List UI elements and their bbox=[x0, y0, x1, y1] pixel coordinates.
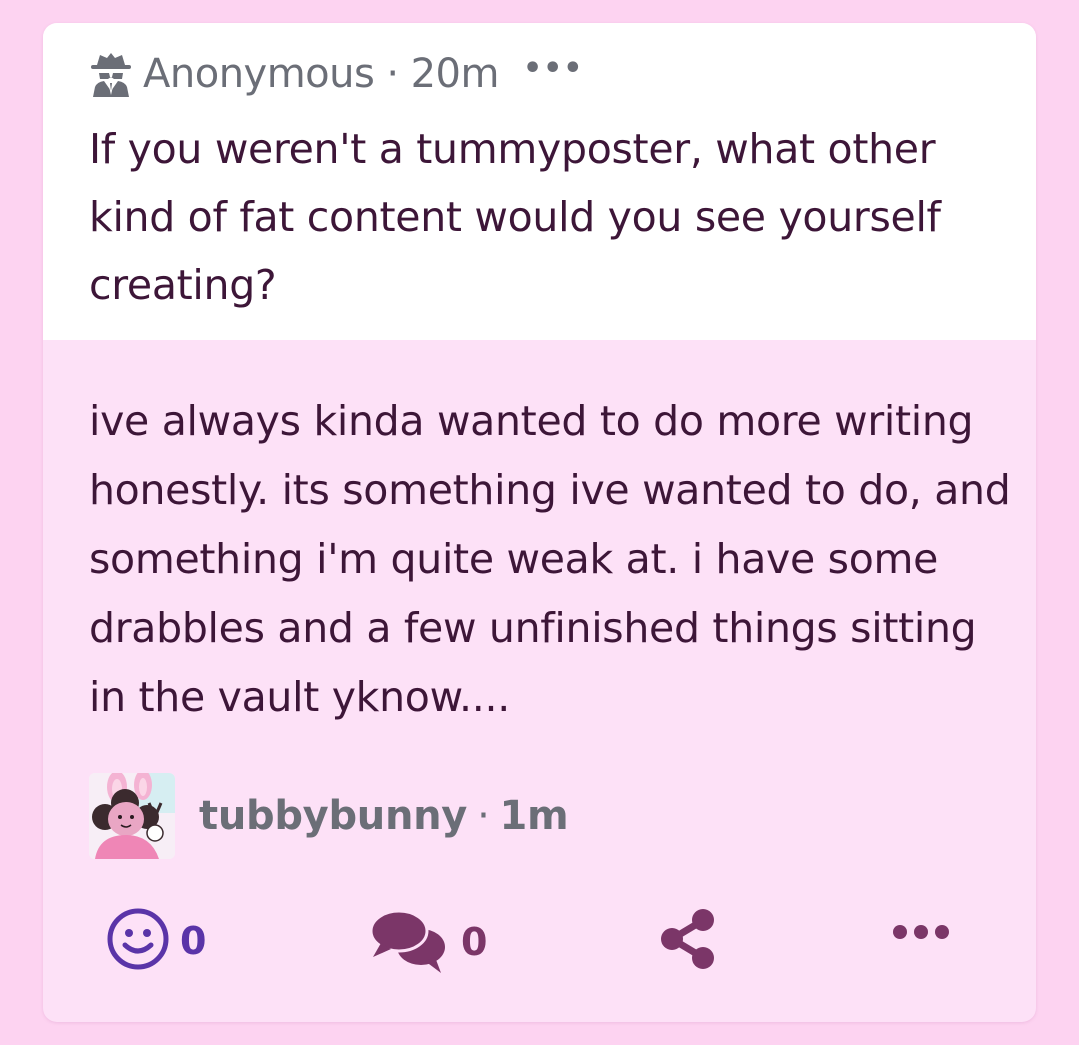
ask-section: Anonymous · 20m ••• If you weren't a tum… bbox=[43, 23, 1036, 340]
react-count: 0 bbox=[180, 919, 207, 963]
comment-button[interactable]: 0 bbox=[369, 905, 487, 979]
react-button[interactable]: 0 bbox=[106, 907, 206, 975]
comment-bubbles-icon bbox=[369, 905, 451, 979]
smile-icon bbox=[106, 907, 170, 975]
ask-header: Anonymous · 20m ••• bbox=[89, 49, 583, 99]
post-card: Anonymous · 20m ••• If you weren't a tum… bbox=[43, 23, 1036, 1022]
share-icon bbox=[656, 907, 720, 975]
answer-author[interactable]: tubbybunny · 1m bbox=[89, 773, 569, 859]
question-text: If you weren't a tummyposter, what other… bbox=[89, 125, 941, 309]
ask-author-name[interactable]: Anonymous bbox=[143, 51, 375, 97]
more-options-button[interactable] bbox=[891, 923, 951, 945]
anonymous-spy-icon bbox=[89, 51, 133, 97]
answer-text: ive always kinda wanted to do more writi… bbox=[89, 397, 1011, 721]
user-avatar[interactable] bbox=[89, 773, 175, 859]
action-bar: 0 0 bbox=[43, 893, 1036, 973]
share-button[interactable] bbox=[656, 907, 720, 975]
more-dots-icon bbox=[891, 923, 951, 945]
answer-timestamp: 1m bbox=[499, 793, 569, 839]
more-options-button[interactable]: ••• bbox=[523, 51, 584, 86]
comment-count: 0 bbox=[461, 920, 488, 964]
separator-dot: · bbox=[386, 51, 399, 97]
separator-dot: · bbox=[477, 793, 490, 839]
author-username[interactable]: tubbybunny bbox=[199, 793, 467, 839]
ask-timestamp: 20m bbox=[410, 51, 500, 97]
